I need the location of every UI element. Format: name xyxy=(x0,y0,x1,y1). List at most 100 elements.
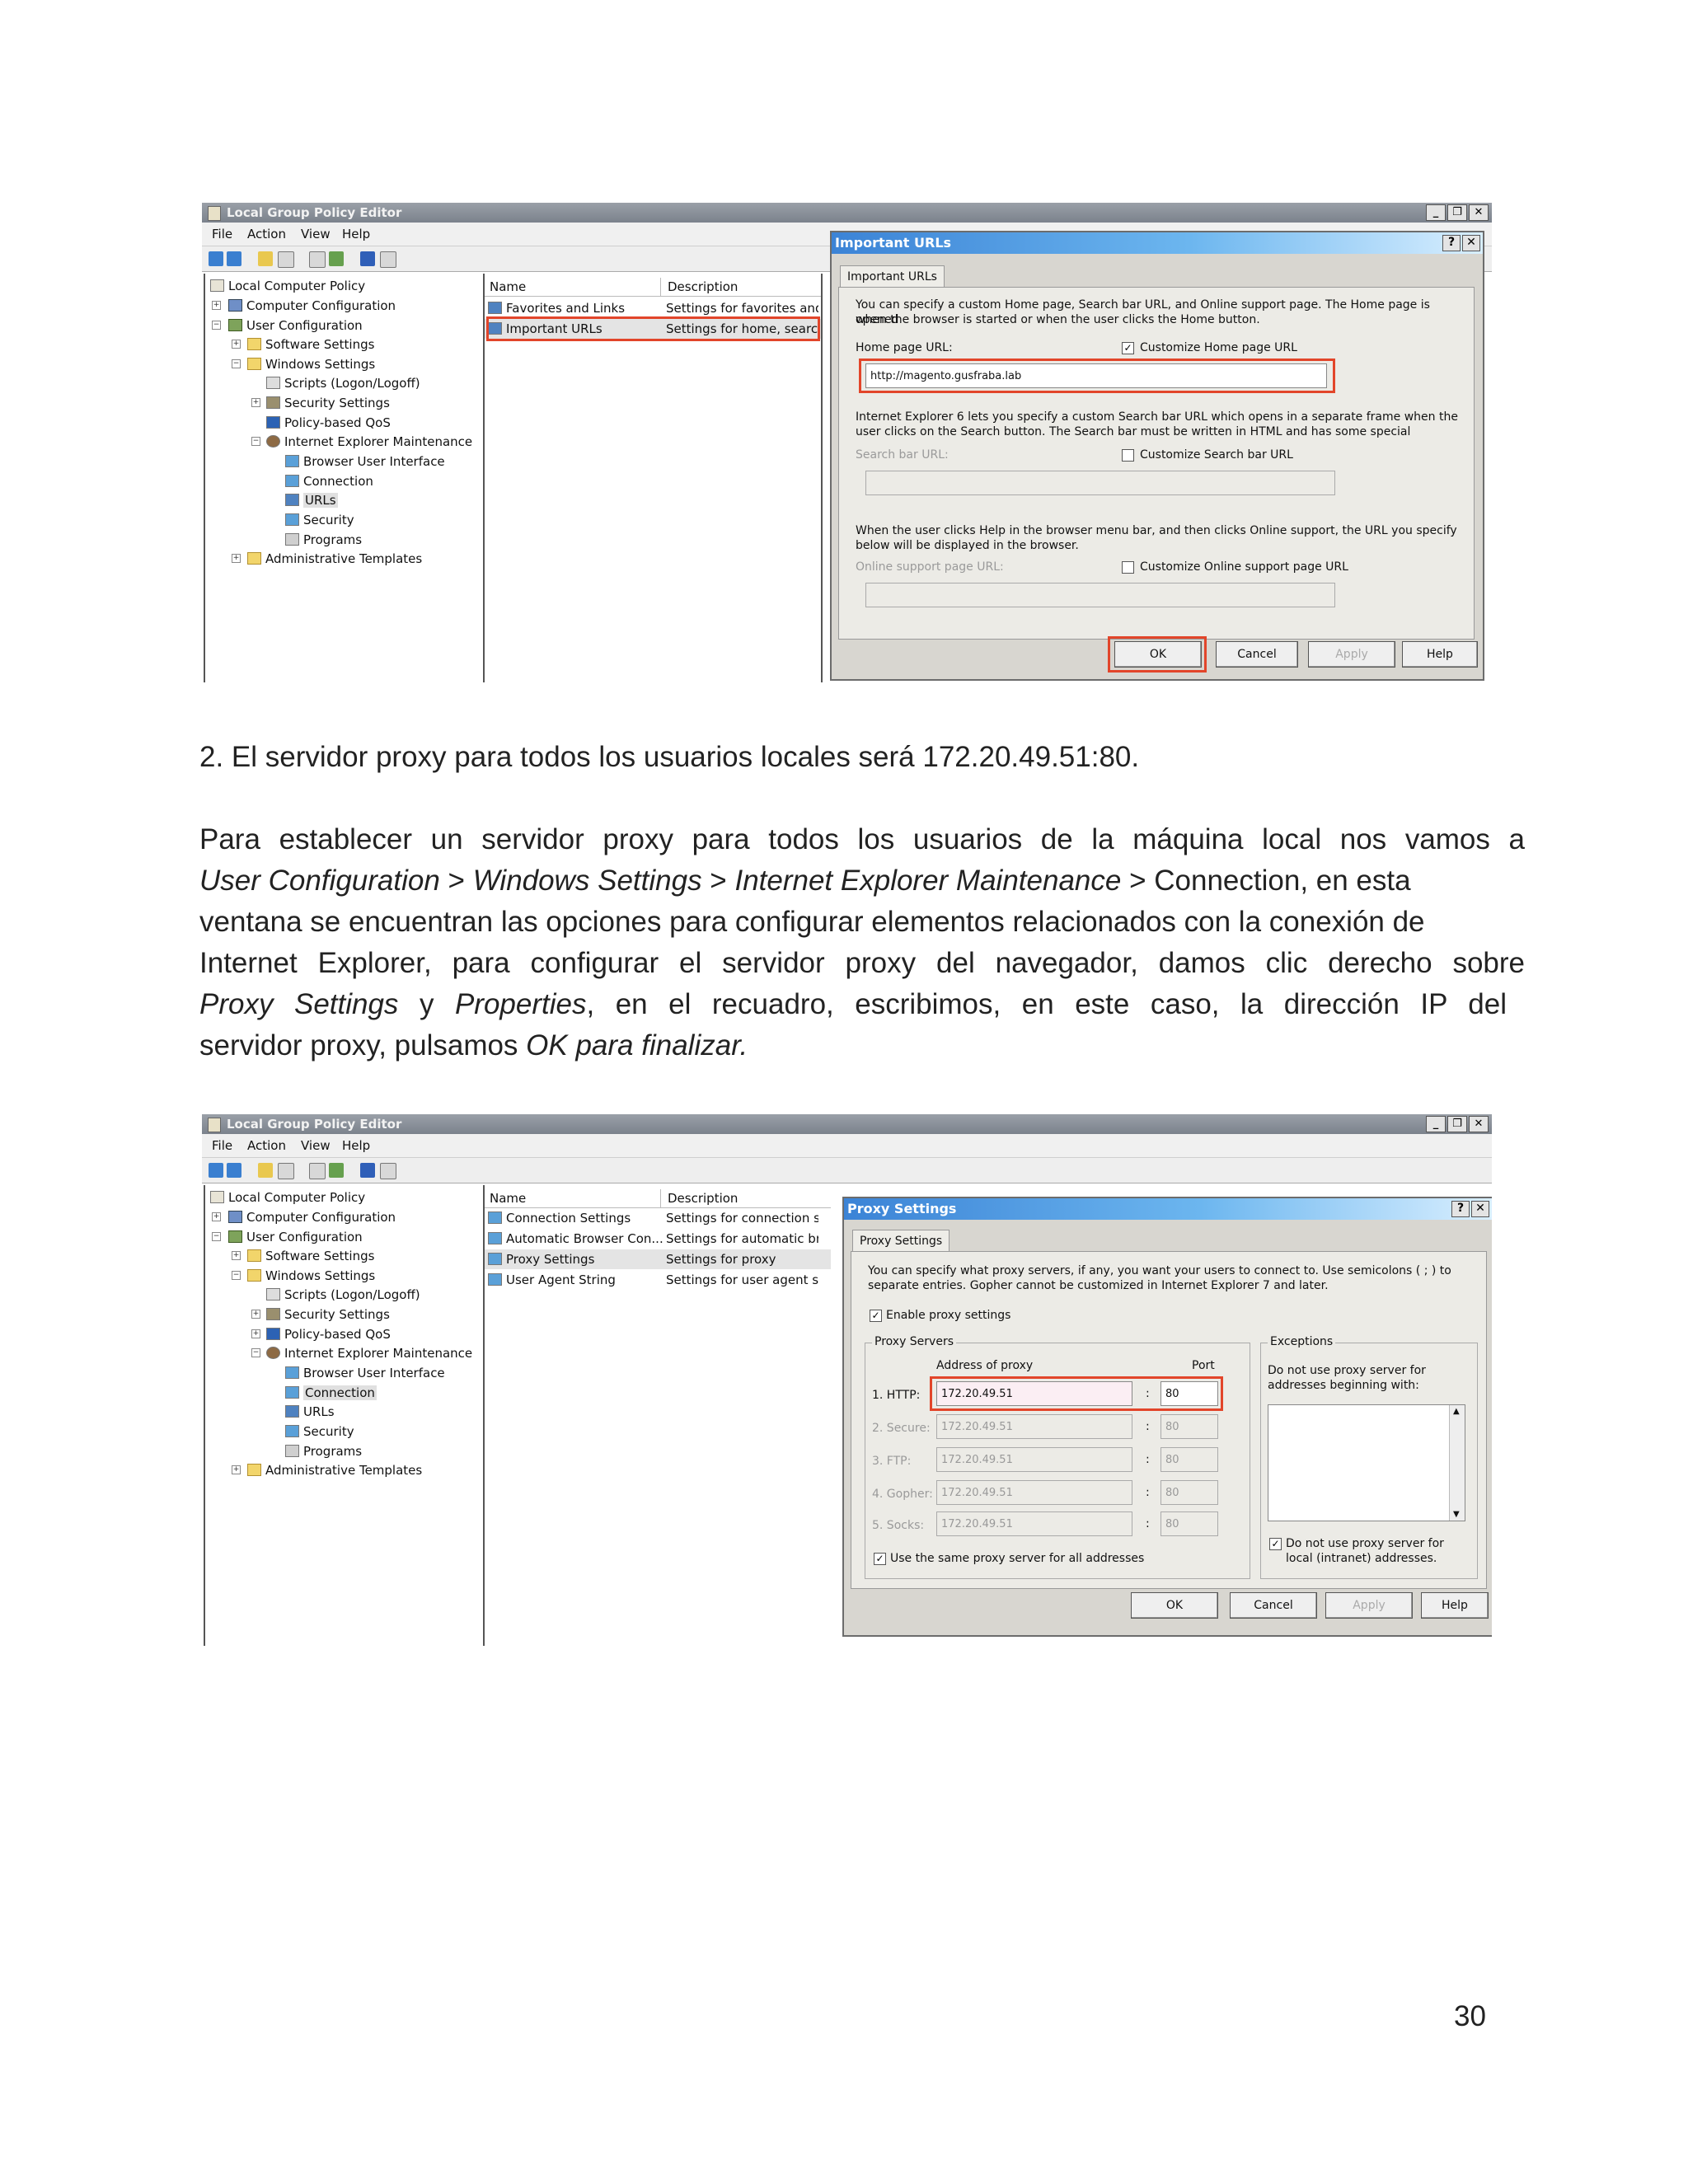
menu-help[interactable]: Help xyxy=(342,227,370,241)
tree-item-computer-configuration[interactable]: Computer Configuration xyxy=(228,297,396,315)
scroll-down-icon[interactable]: ▼ xyxy=(1453,1510,1460,1519)
close-icon[interactable]: ✕ xyxy=(1469,204,1489,221)
tree-item-scripts[interactable]: Scripts (Logon/Logoff) xyxy=(266,1286,420,1304)
forward-arrow-icon[interactable] xyxy=(227,1163,241,1178)
properties-icon[interactable] xyxy=(309,1163,326,1179)
secure-proxy-port-input[interactable]: 80 xyxy=(1160,1414,1218,1439)
tree-item-computer-configuration[interactable]: Computer Configuration xyxy=(228,1208,396,1226)
tree-item-local-computer-policy[interactable]: Local Computer Policy xyxy=(210,1188,365,1207)
menu-action[interactable]: Action xyxy=(247,227,286,241)
cancel-button[interactable]: Cancel xyxy=(1216,641,1298,668)
properties-icon[interactable] xyxy=(309,251,326,268)
close-icon[interactable]: ✕ xyxy=(1462,235,1480,251)
help-button[interactable]: Help xyxy=(1421,1592,1489,1619)
ftp-proxy-address-input[interactable]: 172.20.49.51 xyxy=(936,1447,1132,1472)
column-header-description[interactable]: Description xyxy=(668,279,738,294)
action-pane-icon[interactable] xyxy=(380,1163,396,1179)
menu-action[interactable]: Action xyxy=(247,1138,286,1153)
tree-item-local-computer-policy[interactable]: Local Computer Policy xyxy=(210,277,365,295)
socks-proxy-address-input[interactable]: 172.20.49.51 xyxy=(936,1511,1132,1536)
expand-icon[interactable]: + xyxy=(232,554,241,563)
menu-file[interactable]: File xyxy=(212,227,232,241)
same-proxy-checkbox[interactable]: ✓ xyxy=(874,1553,886,1565)
show-hide-tree-icon[interactable] xyxy=(278,251,294,268)
help-icon[interactable] xyxy=(360,1163,375,1178)
bypass-local-checkbox[interactable]: ✓ xyxy=(1269,1538,1282,1550)
ftp-proxy-port-input[interactable]: 80 xyxy=(1160,1447,1218,1472)
tree-item-programs[interactable]: Programs xyxy=(285,531,362,549)
list-row-proxy-settings[interactable]: Proxy Settings Settings for proxy xyxy=(485,1249,831,1269)
tree-item-connection[interactable]: Connection xyxy=(285,472,373,490)
menu-help[interactable]: Help xyxy=(342,1138,370,1153)
socks-proxy-port-input[interactable]: 80 xyxy=(1160,1511,1218,1536)
help-icon[interactable] xyxy=(360,251,375,266)
search-bar-checkbox[interactable] xyxy=(1122,449,1134,462)
up-folder-icon[interactable] xyxy=(258,251,273,266)
export-list-icon[interactable] xyxy=(329,1163,344,1178)
tree-item-security-settings[interactable]: Security Settings xyxy=(266,1305,390,1324)
menu-view[interactable]: View xyxy=(301,227,331,241)
tree-item-policy-based-qos[interactable]: Policy-based QoS xyxy=(266,414,391,432)
close-icon[interactable]: ✕ xyxy=(1471,1201,1489,1217)
gopher-proxy-port-input[interactable]: 80 xyxy=(1160,1480,1218,1505)
home-page-checkbox[interactable]: ✓ xyxy=(1122,342,1134,354)
collapse-icon[interactable]: − xyxy=(251,437,260,446)
tree-item-scripts[interactable]: Scripts (Logon/Logoff) xyxy=(266,374,420,392)
up-folder-icon[interactable] xyxy=(258,1163,273,1178)
show-hide-tree-icon[interactable] xyxy=(278,1163,294,1179)
column-header-name[interactable]: Name xyxy=(490,1191,526,1206)
tree-item-programs[interactable]: Programs xyxy=(285,1442,362,1460)
forward-arrow-icon[interactable] xyxy=(227,251,241,266)
tree-item-admin-templates[interactable]: Administrative Templates xyxy=(247,1461,422,1479)
back-arrow-icon[interactable] xyxy=(209,251,223,266)
help-question-icon[interactable]: ? xyxy=(1451,1201,1470,1217)
tree-item-user-configuration[interactable]: User Configuration xyxy=(228,316,363,335)
tree-item-urls[interactable]: URLs xyxy=(285,1403,335,1421)
secure-proxy-address-input[interactable]: 172.20.49.51 xyxy=(936,1414,1132,1439)
tree-item-software-settings[interactable]: Software Settings xyxy=(247,1247,374,1265)
tab-proxy-settings[interactable]: Proxy Settings xyxy=(852,1230,950,1252)
tree-item-security[interactable]: Security xyxy=(285,511,354,529)
expand-icon[interactable]: + xyxy=(232,340,241,349)
expand-icon[interactable]: + xyxy=(212,1212,221,1221)
list-row-connection-settings[interactable]: Connection Settings Settings for connect… xyxy=(485,1208,831,1228)
expand-icon[interactable]: + xyxy=(212,301,221,310)
close-icon[interactable]: ✕ xyxy=(1469,1116,1489,1132)
back-arrow-icon[interactable] xyxy=(209,1163,223,1178)
support-page-url-input[interactable] xyxy=(865,583,1335,607)
minimize-icon[interactable]: _ xyxy=(1426,204,1446,221)
expand-icon[interactable]: + xyxy=(251,398,260,407)
tree-item-software-settings[interactable]: Software Settings xyxy=(247,335,374,354)
tree-item-admin-templates[interactable]: Administrative Templates xyxy=(247,550,422,568)
collapse-icon[interactable]: − xyxy=(212,321,221,330)
apply-button[interactable]: Apply xyxy=(1308,641,1395,668)
search-bar-url-input[interactable] xyxy=(865,471,1335,495)
apply-button[interactable]: Apply xyxy=(1325,1592,1413,1619)
restore-icon[interactable]: ❐ xyxy=(1447,204,1467,221)
exceptions-scrollbar[interactable]: ▲ ▼ xyxy=(1449,1405,1465,1521)
column-header-name[interactable]: Name xyxy=(490,279,526,294)
enable-proxy-checkbox[interactable]: ✓ xyxy=(870,1310,882,1322)
collapse-icon[interactable]: − xyxy=(232,359,241,368)
menu-file[interactable]: File xyxy=(212,1138,232,1153)
tree-item-windows-settings[interactable]: Windows Settings xyxy=(247,355,375,373)
collapse-icon[interactable]: − xyxy=(232,1271,241,1280)
cancel-button[interactable]: Cancel xyxy=(1230,1592,1317,1619)
export-list-icon[interactable] xyxy=(329,251,344,266)
help-question-icon[interactable]: ? xyxy=(1442,235,1461,251)
tab-important-urls[interactable]: Important URLs xyxy=(840,265,945,288)
tree-item-security-settings[interactable]: Security Settings xyxy=(266,394,390,412)
collapse-icon[interactable]: − xyxy=(251,1348,260,1357)
expand-icon[interactable]: + xyxy=(232,1251,241,1260)
list-row-automatic-browser-config[interactable]: Automatic Browser Con... Settings for au… xyxy=(485,1229,831,1249)
minimize-icon[interactable]: _ xyxy=(1426,1116,1446,1132)
help-button[interactable]: Help xyxy=(1402,641,1478,668)
expand-icon[interactable]: + xyxy=(232,1465,241,1474)
column-header-description[interactable]: Description xyxy=(668,1191,738,1206)
tree-item-policy-based-qos[interactable]: Policy-based QoS xyxy=(266,1325,391,1343)
list-row-favorites[interactable]: Favorites and Links Settings for favorit… xyxy=(485,298,821,318)
ok-button[interactable]: OK xyxy=(1131,1592,1218,1619)
expand-icon[interactable]: + xyxy=(251,1310,260,1319)
tree-item-ie-maintenance[interactable]: Internet Explorer Maintenance xyxy=(266,433,472,451)
menu-view[interactable]: View xyxy=(301,1138,331,1153)
